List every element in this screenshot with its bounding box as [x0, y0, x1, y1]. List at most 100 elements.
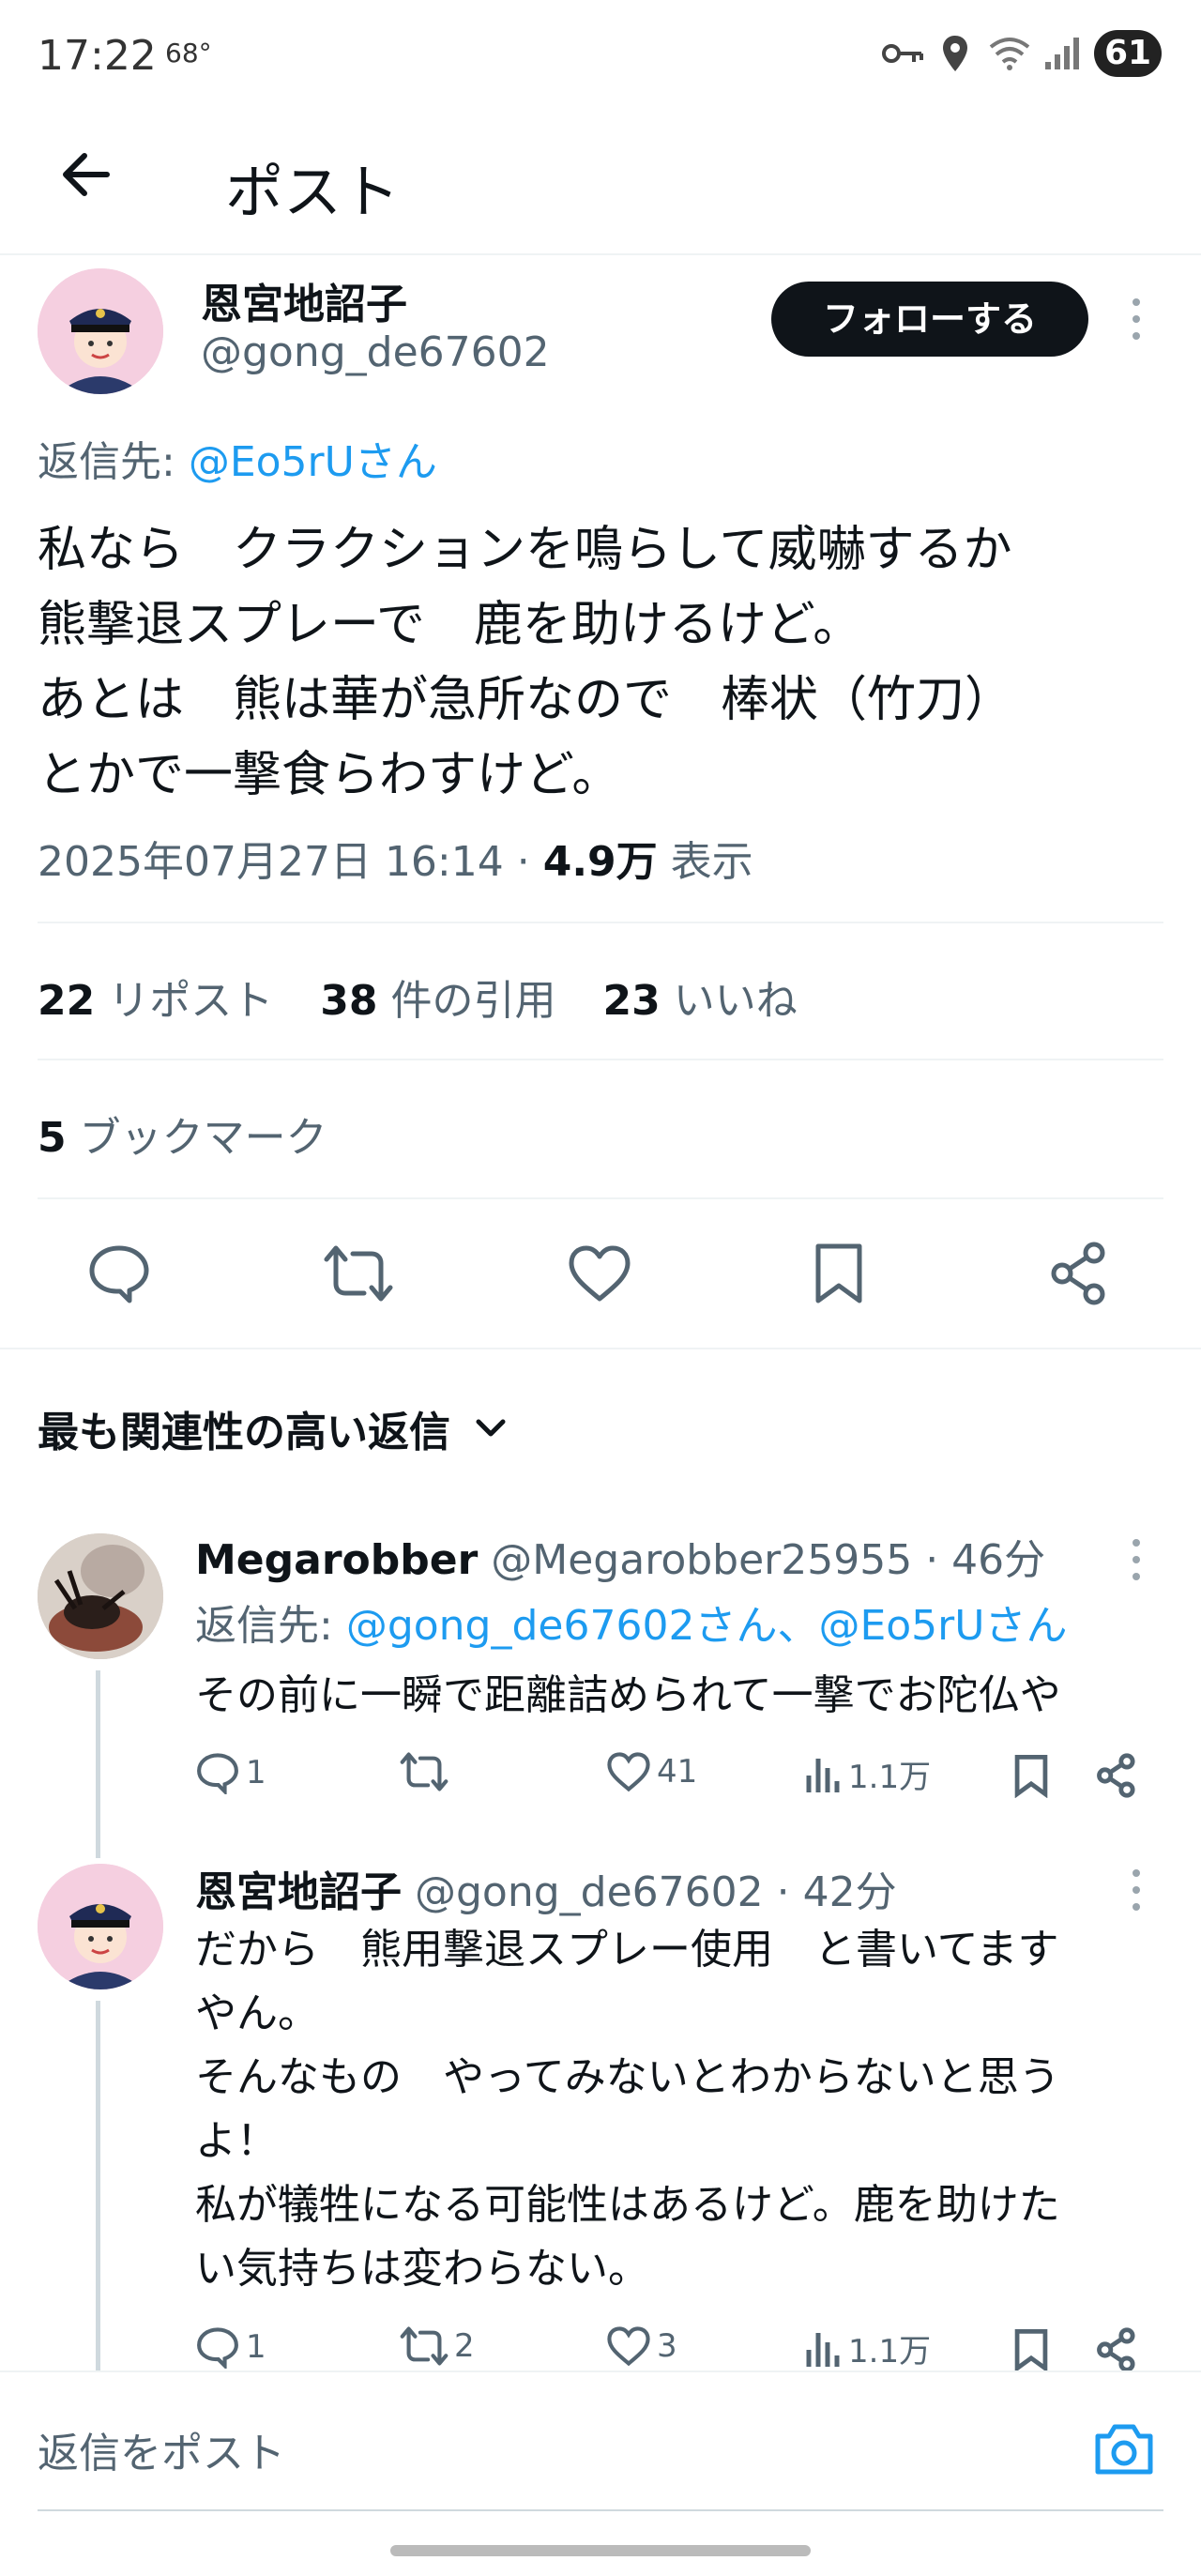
- thread-line: [96, 2001, 100, 2376]
- reply-avatar[interactable]: [38, 1533, 163, 1659]
- quotes-count: 38: [320, 977, 378, 1025]
- reply-views-action[interactable]: 1.1万: [805, 1751, 931, 1797]
- author-name[interactable]: 恩宮地詔子: [201, 270, 407, 330]
- quotes-stat[interactable]: 38 件の引用: [320, 977, 555, 1025]
- reply-repost-action[interactable]: 2: [400, 2325, 475, 2367]
- repost-icon[interactable]: [323, 1244, 394, 1303]
- divider: [38, 922, 1163, 923]
- post-timestamp: 2025年07月27日 16:14 ·: [38, 838, 543, 886]
- camera-icon[interactable]: [1092, 2421, 1156, 2477]
- bookmark-icon[interactable]: [1013, 1753, 1049, 1798]
- reply-views-count: 1.1万: [848, 1759, 932, 1796]
- author-avatar[interactable]: [38, 268, 163, 394]
- reply-likes-count: 41: [657, 1753, 698, 1791]
- replies-sort-label: 最も関連性の高い返信: [38, 1409, 450, 1456]
- likes-stat[interactable]: 23 いいね: [602, 977, 797, 1025]
- reply-replies-action[interactable]: 1: [195, 2325, 266, 2369]
- divider: [38, 1059, 1163, 1060]
- like-icon: [607, 2326, 650, 2367]
- reply-icon: [197, 2327, 238, 2369]
- divider: [0, 1348, 1201, 1349]
- reply-likes-count: 3: [657, 2327, 677, 2365]
- post-text-line: 私なら クラクションを鳴らして威嚇するか: [38, 522, 1012, 578]
- engagement-stats: 22 リポスト 38 件の引用 23 いいね: [38, 967, 798, 1027]
- reply-handle-time[interactable]: @gong_de67602 · 42分: [402, 1868, 897, 1916]
- reply-replies-count: 1: [246, 2328, 266, 2366]
- reposts-count: 22: [38, 977, 96, 1025]
- home-indicator[interactable]: [390, 2545, 811, 2556]
- reply-to-users-link[interactable]: @gong_de67602さん、@Eo5rUさん: [346, 1602, 1068, 1650]
- reply-to-user-link[interactable]: @Eo5rUさん: [189, 438, 437, 486]
- avatar-illustration: [38, 268, 163, 394]
- reply-like-action[interactable]: 41: [606, 1751, 697, 1792]
- reply-icon[interactable]: [86, 1242, 152, 1304]
- post-text-line: 熊撃退スプレーで 鹿を助けるけど。: [38, 597, 862, 653]
- page-title: ポスト: [225, 158, 401, 226]
- quotes-label: 件の引用: [377, 977, 556, 1025]
- location-icon: [943, 36, 967, 71]
- replies-sort-dropdown[interactable]: 最も関連性の高い返信: [38, 1398, 507, 1458]
- reply-text-line: い気持ちは変わらない。: [195, 2245, 649, 2293]
- reply-to-line: 返信先: @Eo5rUさん: [38, 428, 437, 488]
- reply-header: Megarobber @Megarobber25955 · 46分: [195, 1526, 1045, 1586]
- views-count: 4.9万: [542, 838, 658, 886]
- more-options-icon[interactable]: [1124, 1537, 1148, 1582]
- post-meta: 2025年07月27日 16:14 · 4.9万 表示: [38, 828, 753, 888]
- post-text-line: とかで一撃食らわすけど。: [38, 747, 621, 803]
- bookmarks-stat[interactable]: 5 ブックマーク: [38, 1104, 327, 1164]
- reply-replies-action[interactable]: 1: [195, 1751, 266, 1794]
- reply-repost-action[interactable]: [400, 1751, 454, 1792]
- reply-text-line: 私が犠牲になる可能性はあるけど。鹿を助けた: [195, 2181, 1060, 2229]
- reply-text-line: だから 熊用撃退スプレー使用 と書いてます: [195, 1926, 1059, 1974]
- reply-to-line: 返信先: @gong_de67602さん、@Eo5rUさん: [195, 1592, 1067, 1652]
- status-temperature: 68°: [165, 38, 212, 69]
- reply-avatar[interactable]: [38, 1864, 163, 1989]
- beetle-photo: [38, 1533, 163, 1659]
- wifi-icon: [989, 38, 1030, 70]
- reply-text: その前に一瞬で距離詰められて一撃でお陀仏や: [195, 1671, 1061, 1719]
- input-underline: [38, 2509, 1163, 2511]
- reply-views-count: 1.1万: [848, 2333, 932, 2370]
- avatar-illustration: [38, 1864, 163, 1989]
- reply-text: だから 熊用撃退スプレー使用 と書いてます やん。 そんなもの やってみないとわ…: [195, 1918, 1060, 2301]
- more-options-icon[interactable]: [1124, 1867, 1148, 1913]
- thread-line: [96, 1670, 100, 1858]
- author-handle[interactable]: @gong_de67602: [201, 328, 550, 376]
- divider: [38, 1197, 1163, 1199]
- reply-text-line: よ！: [195, 2117, 278, 2165]
- follow-button[interactable]: フォローする: [771, 282, 1088, 357]
- reply-input[interactable]: 返信をポスト: [38, 2419, 285, 2479]
- signal-icon: [1045, 38, 1079, 69]
- views-icon: [806, 1758, 840, 1792]
- key-icon: [882, 44, 923, 63]
- reply-to-prefix: 返信先:: [195, 1602, 346, 1650]
- reposts-stat[interactable]: 22 リポスト: [38, 977, 273, 1025]
- share-icon[interactable]: [1049, 1241, 1109, 1306]
- reply-reposts-count: 2: [454, 2327, 475, 2365]
- like-icon[interactable]: [567, 1244, 632, 1303]
- views-label: 表示: [657, 838, 753, 886]
- bookmark-icon[interactable]: [813, 1241, 865, 1306]
- reply-text-line: やん。: [195, 1989, 319, 2037]
- reply-to-prefix: 返信先:: [38, 438, 189, 486]
- share-icon[interactable]: [1096, 1753, 1137, 1798]
- like-icon: [607, 1752, 650, 1792]
- battery-indicator: 61: [1094, 30, 1162, 77]
- reply-replies-count: 1: [246, 1754, 266, 1791]
- reply-author-name[interactable]: 恩宮地詔子: [195, 1868, 402, 1916]
- likes-count: 23: [602, 977, 661, 1025]
- more-options-icon[interactable]: [1124, 297, 1148, 342]
- back-arrow-icon[interactable]: [58, 146, 114, 203]
- bookmarks-label: ブックマーク: [66, 1114, 327, 1162]
- reply-handle-time[interactable]: @Megarobber25955 · 46分: [478, 1536, 1045, 1584]
- reply-text-line: そんなもの やってみないとわからないと思う: [195, 2053, 1060, 2101]
- chevron-down-icon: [476, 1419, 506, 1437]
- status-time: 17:22: [38, 32, 157, 80]
- share-icon[interactable]: [1096, 2327, 1137, 2372]
- reply-author-name[interactable]: Megarobber: [195, 1536, 478, 1584]
- bookmarks-count: 5: [38, 1114, 67, 1162]
- bookmark-icon[interactable]: [1013, 2327, 1049, 2372]
- reply-views-action[interactable]: 1.1万: [805, 2325, 931, 2371]
- reply-like-action[interactable]: 3: [606, 2325, 677, 2367]
- top-app-bar: ポスト: [0, 113, 1201, 255]
